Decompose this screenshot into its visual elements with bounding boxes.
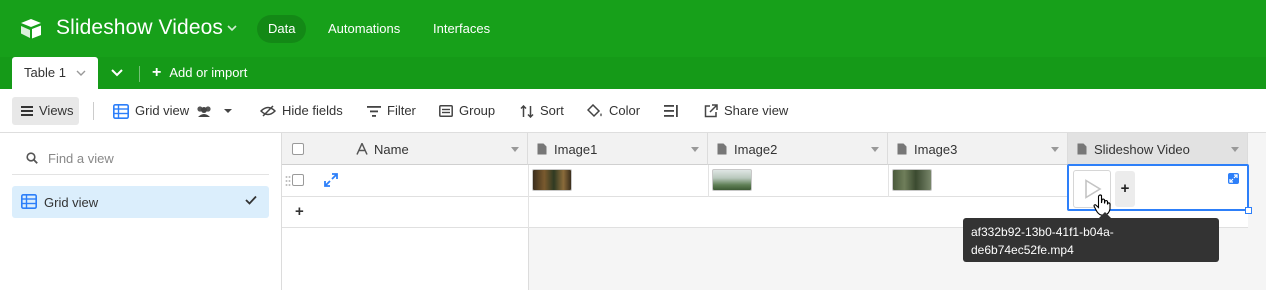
- column-header-image1[interactable]: Image1: [528, 133, 708, 165]
- fill-handle[interactable]: [1245, 207, 1252, 214]
- attachment-icon: [897, 143, 907, 155]
- image1-thumbnail[interactable]: [532, 169, 572, 191]
- row-height-icon: [664, 105, 678, 117]
- share-view-button[interactable]: Share view: [704, 99, 788, 123]
- sort-icon: [520, 104, 534, 118]
- image3-thumbnail[interactable]: [892, 169, 932, 191]
- chevron-down-icon[interactable]: [1231, 147, 1239, 153]
- drag-handle-icon[interactable]: [285, 175, 291, 187]
- nav-data[interactable]: Data: [257, 15, 307, 43]
- attachment-icon: [537, 143, 547, 155]
- add-attachment-button[interactable]: +: [1115, 171, 1135, 207]
- chevron-down-icon[interactable]: [511, 147, 519, 153]
- select-all-checkbox[interactable]: [292, 143, 304, 155]
- column-header-name[interactable]: Name: [282, 133, 528, 165]
- divider: [528, 197, 529, 228]
- attachment-icon: [1077, 143, 1087, 155]
- divider: [528, 228, 529, 290]
- row-height-button[interactable]: [664, 99, 678, 123]
- sidebar-item-label: Grid view: [44, 195, 99, 210]
- filename-tooltip: af332b92-13b0-41f1-b04a-de6b74ec52fe.mp4: [963, 212, 1219, 262]
- attachment-icon: [717, 143, 727, 155]
- column-header-label: Slideshow Video: [1094, 142, 1190, 157]
- table-tab-label: Table 1: [24, 65, 66, 80]
- find-view-placeholder: Find a view: [48, 151, 114, 166]
- view-toolbar: Views Grid view Hide fields Filter Group…: [0, 89, 1266, 133]
- divider: [888, 165, 889, 197]
- paint-bucket-icon: [587, 104, 602, 118]
- row-checkbox[interactable]: [292, 174, 304, 186]
- chevron-down-icon[interactable]: [871, 147, 879, 153]
- column-header-label: Image2: [734, 142, 778, 157]
- group-button[interactable]: Group: [439, 99, 495, 123]
- grid-view-switcher[interactable]: Grid view: [113, 99, 233, 123]
- column-header-label: Image3: [914, 142, 958, 157]
- views-button[interactable]: Views: [12, 97, 79, 125]
- nav-automations[interactable]: Automations: [317, 15, 411, 43]
- app-header: Slideshow Videos Data Automations Interf…: [0, 0, 1266, 57]
- chevron-down-icon[interactable]: [76, 69, 86, 77]
- grid-icon: [113, 103, 129, 119]
- text-field-icon: [356, 143, 368, 155]
- column-header-slideshow-video[interactable]: Slideshow Video: [1068, 133, 1248, 165]
- nav-interfaces[interactable]: Interfaces: [422, 15, 501, 43]
- group-icon: [439, 105, 453, 117]
- collaborators-icon: [197, 106, 211, 117]
- search-icon: [26, 152, 38, 164]
- hide-fields-button[interactable]: Hide fields: [260, 99, 343, 123]
- filter-icon: [367, 105, 381, 117]
- sort-button[interactable]: Sort: [520, 99, 564, 123]
- share-icon: [704, 104, 718, 118]
- airtable-logo-icon[interactable]: [19, 18, 43, 40]
- plus-icon: +: [152, 64, 162, 81]
- hamburger-icon: [21, 106, 33, 116]
- filter-button[interactable]: Filter: [367, 99, 416, 123]
- expand-cell-icon[interactable]: [1228, 173, 1239, 184]
- tables-menu-icon[interactable]: [110, 67, 124, 79]
- expand-record-icon[interactable]: [324, 173, 338, 187]
- find-view-search[interactable]: Find a view: [12, 133, 269, 175]
- table-tab-bar: Table 1 + Add or import: [0, 57, 1266, 89]
- color-button[interactable]: Color: [587, 99, 640, 123]
- column-header-image3[interactable]: Image3: [888, 133, 1068, 165]
- image2-thumbnail[interactable]: [712, 169, 752, 191]
- chevron-down-icon[interactable]: [226, 22, 238, 34]
- column-header-image2[interactable]: Image2: [708, 133, 888, 165]
- add-or-import-button[interactable]: + Add or import: [152, 64, 247, 82]
- divider: [708, 165, 709, 197]
- divider: [528, 165, 529, 197]
- column-header-label: Image1: [554, 142, 598, 157]
- data-grid: Name Image1 Image2 Image3 Slideshow Vide…: [282, 133, 1266, 290]
- base-title[interactable]: Slideshow Videos: [56, 16, 223, 40]
- eye-off-icon: [260, 105, 276, 117]
- grid-left-pane-fill: [282, 228, 528, 290]
- grid-icon: [21, 194, 37, 209]
- sidebar-item-grid-view[interactable]: Grid view: [12, 186, 269, 218]
- chevron-down-icon[interactable]: [1051, 147, 1059, 153]
- add-row-button[interactable]: +: [295, 203, 304, 220]
- views-sidebar: Find a view Grid view: [0, 133, 282, 290]
- table-tab[interactable]: Table 1: [12, 57, 98, 89]
- column-header-label: Name: [374, 142, 409, 157]
- caret-down-icon[interactable]: [223, 107, 233, 115]
- divider: [139, 66, 140, 82]
- divider: [93, 102, 94, 120]
- chevron-down-icon[interactable]: [691, 147, 699, 153]
- checkmark-icon: [245, 195, 257, 205]
